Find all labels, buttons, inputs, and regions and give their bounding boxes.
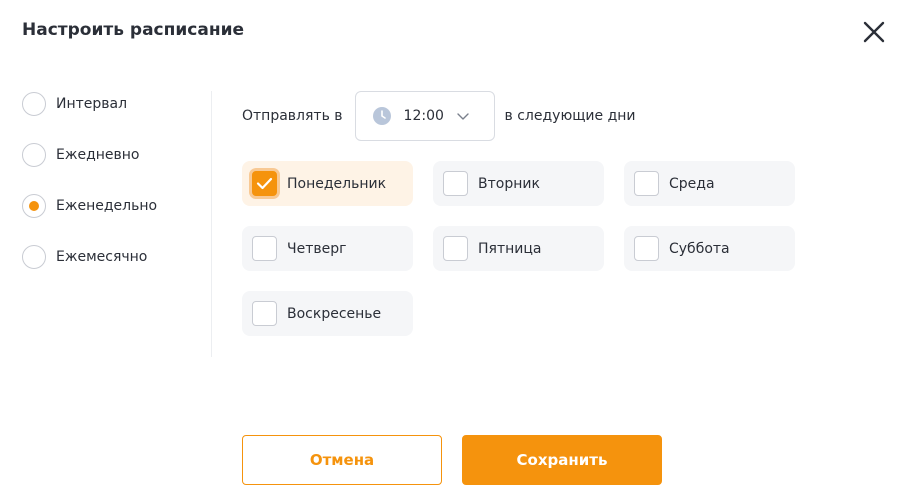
- save-button[interactable]: Сохранить: [462, 435, 662, 485]
- day-label: Четверг: [287, 240, 347, 257]
- day-checkbox[interactable]: [443, 236, 468, 261]
- radio-button[interactable]: [22, 245, 46, 269]
- day-option-monday[interactable]: Понедельник: [242, 161, 413, 206]
- day-checkbox-checked[interactable]: [252, 171, 277, 196]
- day-checkbox[interactable]: [443, 171, 468, 196]
- day-option-thursday[interactable]: Четверг: [242, 226, 413, 271]
- close-icon: [863, 21, 885, 43]
- time-select[interactable]: 12:00: [354, 91, 495, 141]
- day-label: Понедельник: [287, 175, 387, 192]
- cancel-button[interactable]: Отмена: [242, 435, 442, 485]
- checkmark-icon: [256, 177, 273, 190]
- radio-label: Ежемесячно: [56, 249, 148, 265]
- day-label: Среда: [669, 175, 715, 192]
- day-option-saturday[interactable]: Суббота: [624, 226, 795, 271]
- day-label: Вторник: [478, 175, 540, 192]
- radio-option-weekly[interactable]: Еженедельно: [22, 194, 157, 218]
- day-label: Пятница: [478, 240, 542, 257]
- radio-label: Интервал: [56, 96, 128, 112]
- close-button[interactable]: [862, 20, 886, 44]
- radio-button[interactable]: [22, 92, 46, 116]
- clock-icon: [372, 107, 391, 125]
- radio-option-daily[interactable]: Ежедневно: [22, 143, 157, 167]
- radio-label: Еженедельно: [56, 198, 158, 214]
- radio-option-interval[interactable]: Интервал: [22, 92, 157, 116]
- frequency-radio-group: Интервал Ежедневно Еженедельно Ежемесячн…: [22, 92, 157, 296]
- send-label: Отправлять в: [242, 108, 343, 124]
- dialog-title: Настроить расписание: [22, 20, 245, 40]
- radio-label: Ежедневно: [56, 147, 140, 163]
- send-time-row: Отправлять в 12:00 в следующие дни: [242, 91, 636, 141]
- day-checkbox[interactable]: [252, 301, 277, 326]
- day-checkbox[interactable]: [634, 236, 659, 261]
- time-value: 12:00: [403, 108, 444, 124]
- chevron-down-icon: [457, 113, 469, 120]
- radio-button[interactable]: [22, 143, 46, 167]
- day-label: Суббота: [669, 240, 730, 257]
- day-checkbox[interactable]: [252, 236, 277, 261]
- day-option-wednesday[interactable]: Среда: [624, 161, 795, 206]
- radio-option-monthly[interactable]: Ежемесячно: [22, 245, 157, 269]
- day-checkbox[interactable]: [634, 171, 659, 196]
- vertical-divider: [211, 91, 212, 357]
- day-option-sunday[interactable]: Воскресенье: [242, 291, 413, 336]
- day-option-friday[interactable]: Пятница: [433, 226, 604, 271]
- days-label: в следующие дни: [504, 108, 636, 124]
- day-option-tuesday[interactable]: Вторник: [433, 161, 604, 206]
- radio-button-selected[interactable]: [22, 194, 46, 218]
- day-label: Воскресенье: [287, 305, 382, 322]
